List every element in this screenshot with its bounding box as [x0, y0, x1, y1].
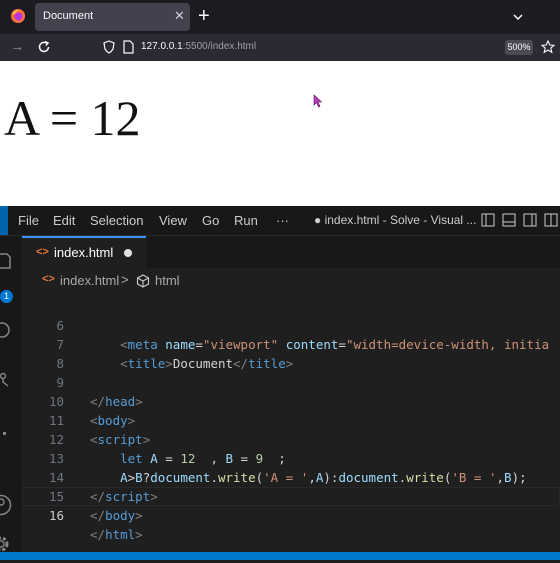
- code-line: 13 A>B?document.write('A = ',A):document…: [22, 430, 560, 485]
- url-host: 127.0.0.1: [141, 41, 183, 52]
- vscode-window: File Edit Selection View Go Run ··· ● in…: [0, 206, 560, 560]
- mouse-cursor-icon: [313, 94, 323, 108]
- breadcrumb-symbol[interactable]: html: [155, 273, 180, 288]
- line-code: </body>: [90, 508, 143, 523]
- reload-icon[interactable]: [37, 40, 51, 54]
- activity-bar: 1: [0, 236, 22, 554]
- browser-tab-title: Document: [43, 10, 94, 22]
- close-tab-icon[interactable]: ✕: [174, 8, 185, 24]
- code-editor[interactable]: 6 <meta name="viewport" content="width=d…: [22, 288, 560, 542]
- page-output-text: A = 12: [4, 90, 141, 146]
- menu-more[interactable]: ···: [276, 213, 289, 228]
- symbol-cube-icon: [136, 274, 150, 288]
- code-line: 12 let A = 12 , B = 9 ;: [22, 411, 560, 466]
- source-control-icon[interactable]: [0, 372, 10, 388]
- code-line: 10 <body>: [22, 373, 560, 428]
- url-path: :5500/index.html: [182, 41, 257, 52]
- browser-tab[interactable]: Document ✕: [35, 3, 190, 31]
- chevron-down-icon[interactable]: [511, 10, 525, 24]
- breadcrumb-separator: >: [121, 272, 129, 287]
- editor-tabs-bar: <> index.html: [22, 236, 560, 268]
- status-bar: [0, 552, 560, 560]
- menu-go[interactable]: Go: [202, 213, 219, 228]
- forward-arrow-icon[interactable]: →: [10, 38, 24, 54]
- code-line: 6 <meta name="viewport" content="width=d…: [22, 297, 560, 352]
- editor-tab-index-html[interactable]: <> index.html: [22, 236, 146, 268]
- code-line: 8: [22, 335, 560, 371]
- line-number: 16: [48, 508, 64, 523]
- line-code: </html>: [90, 527, 143, 542]
- new-tab-icon[interactable]: +: [198, 4, 210, 28]
- browser-tab-strip: Document ✕ +: [0, 0, 560, 34]
- menu-selection[interactable]: Selection: [90, 213, 143, 228]
- breadcrumb-file[interactable]: index.html: [60, 273, 119, 288]
- page-info-icon[interactable]: [123, 40, 134, 54]
- code-line: 16 </html>: [22, 487, 560, 542]
- html-file-icon: <>: [42, 273, 55, 285]
- html-file-icon: <>: [36, 246, 49, 258]
- web-page-viewport: A = 12: [0, 61, 560, 206]
- search-icon[interactable]: [0, 322, 12, 342]
- address-bar-url[interactable]: 127.0.0.1:5500/index.html: [141, 41, 256, 52]
- shield-icon[interactable]: [103, 40, 115, 54]
- window-title: ● index.html - Solve - Visual ...: [314, 213, 477, 227]
- menu-run[interactable]: Run: [234, 213, 258, 228]
- browser-navigation-bar: → 127.0.0.1:5500/index.html 500%: [0, 34, 560, 61]
- vscode-title-bar: File Edit Selection View Go Run ··· ● in…: [0, 206, 560, 236]
- code-line: 15 </body>: [22, 468, 560, 523]
- editor-tab-label: index.html: [54, 245, 114, 260]
- code-line: 14 </script>: [22, 449, 560, 504]
- bookmark-star-icon[interactable]: [541, 40, 555, 54]
- code-line: 9 </head>: [22, 354, 560, 409]
- code-line: 7 <title>Document</title>: [22, 316, 560, 371]
- zoom-level-badge[interactable]: 500%: [505, 40, 533, 55]
- firefox-logo-icon: [11, 9, 25, 23]
- manage-gear-icon[interactable]: [0, 534, 12, 554]
- vscode-logo-icon: [0, 206, 8, 235]
- menu-view[interactable]: View: [159, 213, 187, 228]
- menu-file[interactable]: File: [18, 213, 39, 228]
- explorer-files-icon[interactable]: [0, 252, 14, 270]
- layout-controls-icon[interactable]: [481, 213, 560, 228]
- account-icon[interactable]: [0, 494, 12, 516]
- menu-edit[interactable]: Edit: [53, 213, 75, 228]
- unsaved-dot-icon[interactable]: [124, 249, 132, 257]
- run-debug-icon[interactable]: [3, 432, 6, 435]
- code-line: 11 <script>: [22, 392, 560, 447]
- explorer-badge: 1: [0, 290, 13, 303]
